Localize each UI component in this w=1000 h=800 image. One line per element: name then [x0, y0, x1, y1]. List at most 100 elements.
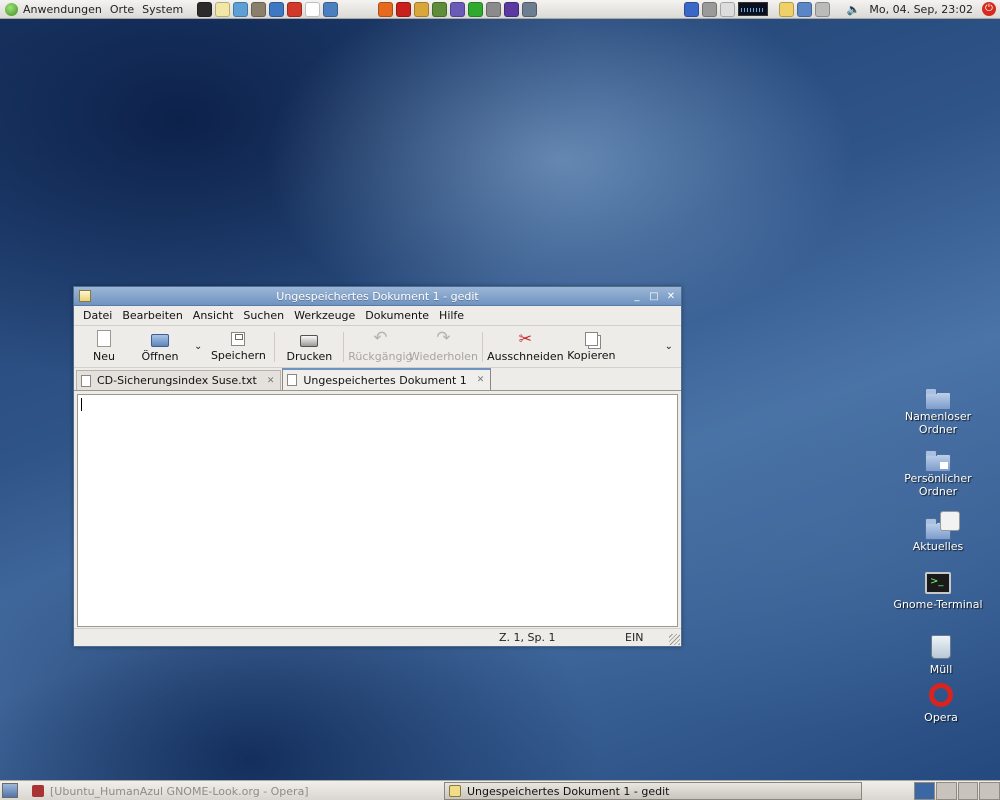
undo-button[interactable]: ↶ Rückgängig: [348, 327, 413, 367]
tab-cd-sicherungsindex[interactable]: CD-Sicherungsindex Suse.txt ✕: [76, 370, 282, 390]
new-document-icon: [97, 330, 111, 347]
inkscape-icon[interactable]: [504, 1, 520, 17]
desktop-icon-label: Gnome-Terminal: [893, 598, 983, 611]
main-menu-logo-icon[interactable]: [5, 2, 18, 16]
network-icon[interactable]: [323, 1, 339, 17]
cut-button[interactable]: ✂ Ausschneiden: [487, 327, 564, 367]
menu-documents[interactable]: Dokumente: [360, 309, 434, 322]
monitor-icon[interactable]: [719, 1, 735, 17]
workspace-4[interactable]: [979, 782, 1000, 800]
taskbar-item-opera[interactable]: [Ubuntu_HumanAzul GNOME-Look.org - Opera…: [28, 782, 440, 800]
copy-button[interactable]: Kopieren: [561, 327, 621, 367]
gaim-icon[interactable]: [414, 1, 430, 17]
gedit-task-icon: [449, 785, 461, 797]
task-label: [Ubuntu_HumanAzul GNOME-Look.org - Opera…: [50, 784, 309, 798]
firefox-icon[interactable]: [378, 1, 394, 17]
insert-mode: EIN: [625, 631, 644, 644]
clock[interactable]: Mo, 04. Sep, 23:02: [869, 3, 973, 16]
home-folder-icon: [925, 450, 951, 472]
document-icon[interactable]: [305, 1, 321, 17]
folder-icon: [925, 388, 951, 410]
new-button[interactable]: Neu: [76, 327, 132, 367]
gnucash-icon[interactable]: [432, 1, 448, 17]
opera-icon[interactable]: [396, 1, 412, 17]
battery-icon[interactable]: [778, 1, 794, 17]
archive-icon[interactable]: [522, 1, 538, 17]
close-button[interactable]: ✕: [666, 291, 676, 302]
toolbar-separator: [343, 331, 345, 362]
task-label: Ungespeichertes Dokument 1 - gedit: [467, 784, 670, 798]
workspace-2[interactable]: [935, 782, 957, 800]
redo-button[interactable]: ↷ Wiederholen: [409, 327, 478, 367]
system-monitor-graph[interactable]: [737, 2, 768, 16]
top-menu: Anwendungen Orte System: [23, 3, 183, 16]
workspace-3[interactable]: [957, 782, 979, 800]
print-label: Drucken: [286, 350, 333, 363]
maximize-button[interactable]: □: [649, 291, 659, 302]
menu-places[interactable]: Orte: [110, 3, 134, 16]
pdf-icon[interactable]: [287, 1, 303, 17]
text-editor-area[interactable]: [77, 394, 678, 627]
text-file-icon: [81, 374, 91, 387]
tab-close-icon[interactable]: ✕: [267, 376, 275, 386]
show-desktop-icon[interactable]: [2, 783, 18, 798]
open-recent-dropdown-icon[interactable]: ⌄: [194, 341, 202, 352]
desktop-icon-gnome-terminal[interactable]: >_ Gnome-Terminal: [893, 572, 983, 611]
opera-icon: [929, 683, 953, 707]
toolbar-separator: [482, 331, 484, 362]
network-tray-icon[interactable]: [814, 1, 830, 17]
print-button[interactable]: Drucken: [281, 327, 337, 367]
open-button[interactable]: Öffnen: [132, 327, 188, 367]
menu-applications[interactable]: Anwendungen: [23, 3, 102, 16]
menu-edit[interactable]: Bearbeiten: [117, 309, 187, 322]
tab-ungespeichertes-dokument[interactable]: Ungespeichertes Dokument 1 ✕: [282, 368, 492, 390]
menu-tools[interactable]: Werkzeuge: [289, 309, 360, 322]
desktop-icon-home-folder[interactable]: Persönlicher Ordner: [893, 450, 983, 498]
menu-view[interactable]: Ansicht: [188, 309, 239, 322]
browser-icon[interactable]: [269, 1, 285, 17]
undo-label: Rückgängig: [348, 350, 413, 363]
desktop-icon-trash[interactable]: Müll: [896, 635, 986, 676]
copy-label: Kopieren: [567, 348, 616, 362]
desktop-icon-recent[interactable]: Aktuelles: [893, 511, 983, 553]
rss-icon[interactable]: [450, 1, 466, 17]
launcher-group-2: [378, 1, 538, 17]
menu-help[interactable]: Hilfe: [434, 309, 469, 322]
gedit-app-icon[interactable]: [79, 290, 91, 302]
text-editor-icon[interactable]: [215, 1, 231, 17]
desktop-icon-opera[interactable]: Opera: [896, 683, 986, 724]
toolbar: Neu Öffnen ⌄ Speichern Drucken ↶ Rückgän…: [74, 326, 681, 368]
seti-icon[interactable]: [468, 1, 484, 17]
save-button[interactable]: Speichern: [208, 327, 268, 367]
taskbar-item-gedit[interactable]: Ungespeichertes Dokument 1 - gedit: [444, 782, 862, 800]
desktop-icon-label: Ordner: [918, 423, 958, 436]
window-titlebar[interactable]: Ungespeichertes Dokument 1 - gedit _ □ ✕: [74, 287, 681, 306]
system-tray: 🔈 Mo, 04. Sep, 23:02 ⏻: [683, 1, 1000, 17]
desktop-icon-untitled-folder[interactable]: Namenloser Ordner: [893, 388, 983, 436]
notes-icon[interactable]: [683, 1, 699, 17]
top-panel: Anwendungen Orte System 🔈 Mo, 04. Sep, 2…: [0, 0, 1000, 19]
tab-close-icon[interactable]: ✕: [477, 375, 485, 385]
document-tabs: CD-Sicherungsindex Suse.txt ✕ Ungespeich…: [74, 368, 681, 391]
gimp-icon[interactable]: [251, 1, 267, 17]
menu-system[interactable]: System: [142, 3, 183, 16]
books-icon[interactable]: [486, 1, 502, 17]
volume-icon[interactable]: 🔈: [847, 3, 861, 16]
drive-icon[interactable]: [701, 1, 717, 17]
window-controls: _ □ ✕: [632, 291, 676, 302]
resize-grip-icon[interactable]: [669, 634, 680, 645]
menu-search[interactable]: Suchen: [238, 309, 289, 322]
menu-file[interactable]: Datei: [78, 309, 117, 322]
terminal-icon[interactable]: [197, 1, 213, 17]
workspace-1[interactable]: [914, 782, 935, 800]
toolbar-overflow-icon[interactable]: ⌄: [665, 341, 673, 352]
search-globe-icon[interactable]: [796, 1, 812, 17]
draw-icon[interactable]: [233, 1, 249, 17]
scissors-icon: ✂: [518, 329, 533, 348]
recent-folder-icon: [925, 511, 960, 540]
power-icon[interactable]: ⏻: [982, 2, 996, 16]
minimize-button[interactable]: _: [632, 291, 642, 302]
save-icon: [231, 331, 246, 346]
undo-icon: ↶: [373, 328, 388, 348]
text-file-icon: [287, 374, 298, 386]
